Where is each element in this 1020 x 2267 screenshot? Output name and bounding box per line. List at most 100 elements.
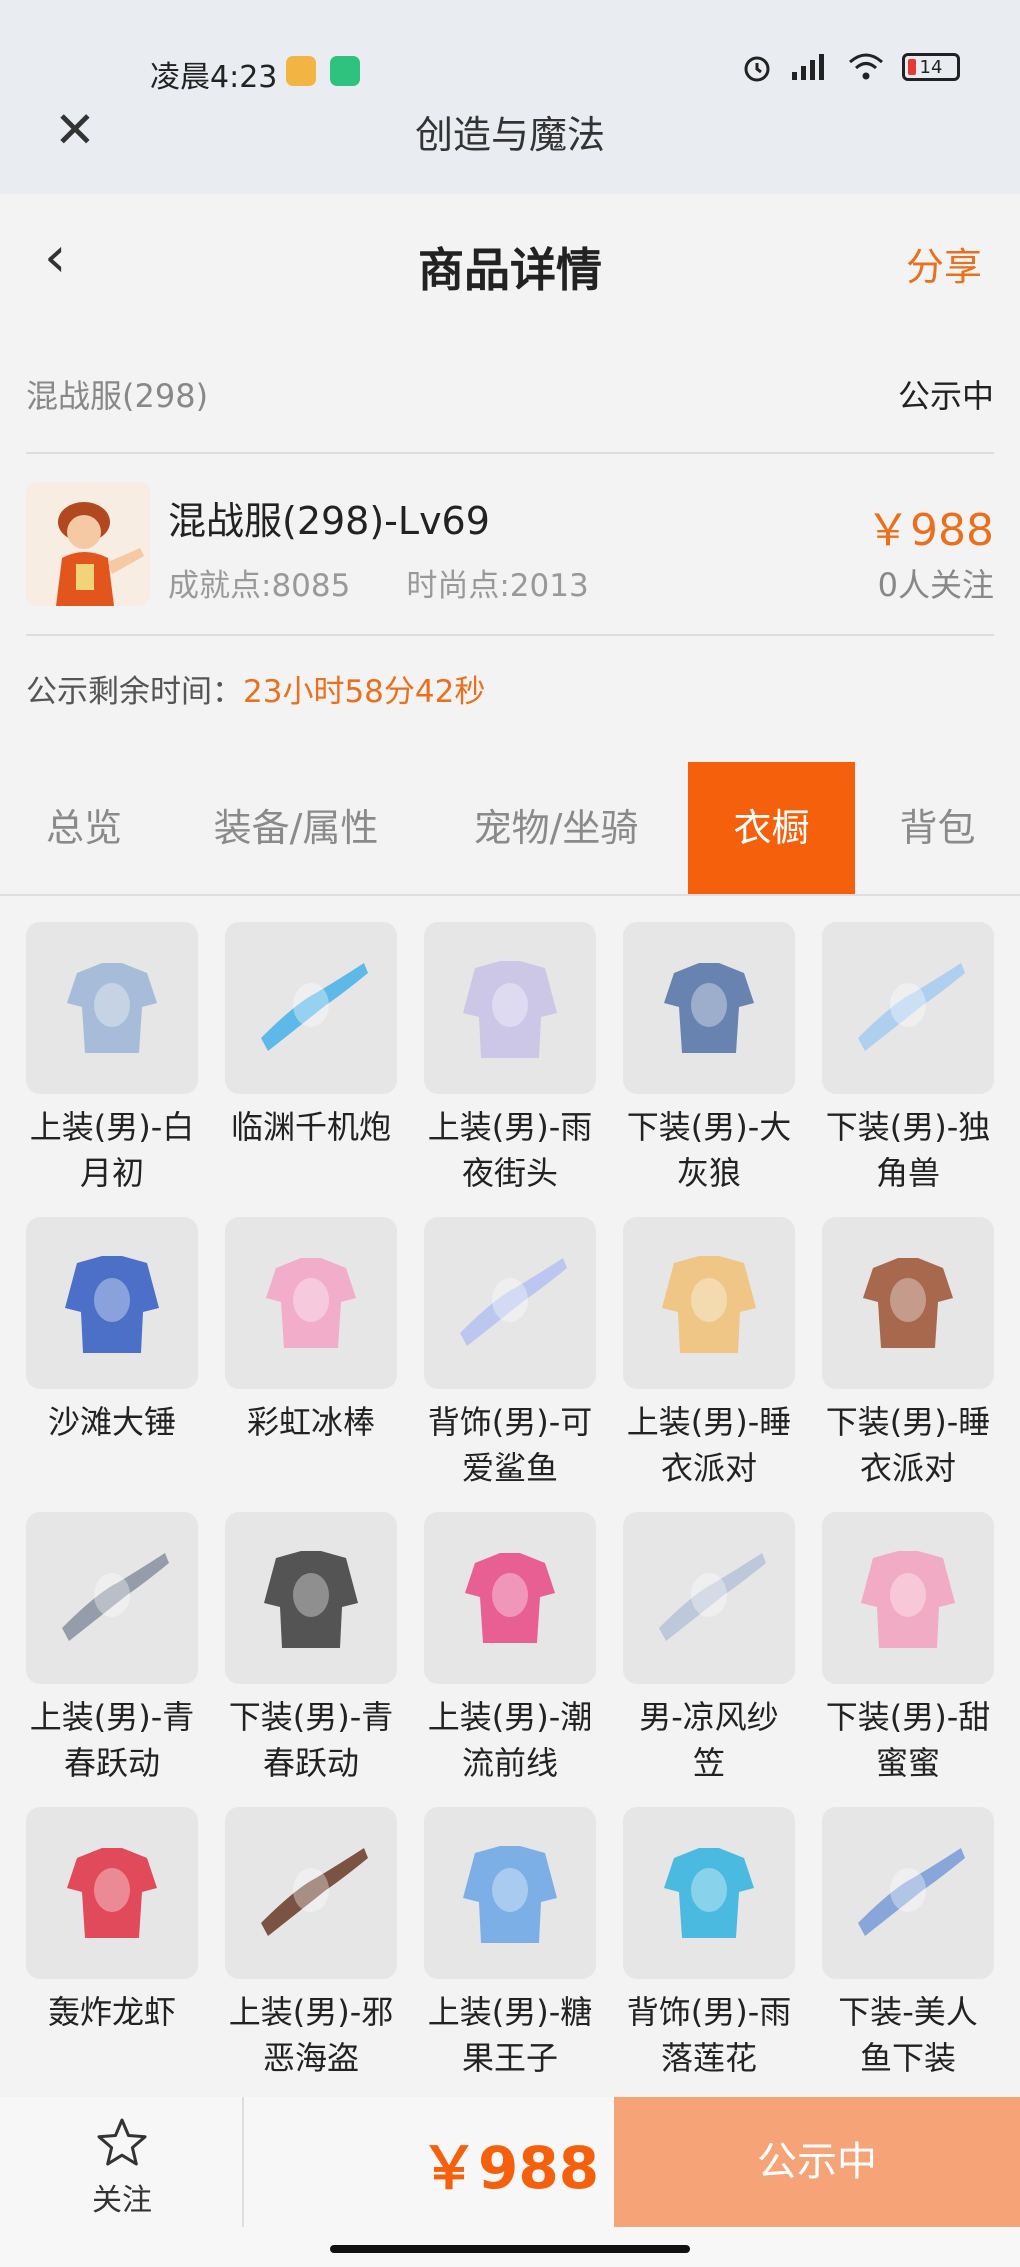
boots-icon bbox=[858, 963, 965, 1051]
lobster-icon bbox=[67, 1848, 157, 1938]
item-label-line1: 上装(男)-潮 bbox=[427, 1698, 593, 1736]
item-label: 下装(男)-睡 衣派对 bbox=[810, 1399, 1006, 1491]
item-thumbnail bbox=[424, 1807, 596, 1979]
item-label-line1: 彩虹冰棒 bbox=[246, 1403, 375, 1441]
divider bbox=[26, 452, 994, 454]
battery-icon: 14 bbox=[902, 53, 960, 81]
item-label-line2: 衣派对 bbox=[660, 1449, 757, 1487]
jacket-icon bbox=[463, 961, 557, 1058]
item-thumbnail bbox=[225, 922, 397, 1094]
pants-icon bbox=[664, 963, 754, 1053]
item-label-line1: 下装(男)-大 bbox=[626, 1108, 792, 1146]
status-time: 凌晨4:23 bbox=[150, 60, 278, 95]
item-thumbnail bbox=[225, 1512, 397, 1684]
item-label: 沙滩大锤 bbox=[14, 1399, 210, 1445]
tab-wardrobe[interactable]: 衣橱 bbox=[688, 762, 855, 894]
item-label-line2: 鱼下装 bbox=[859, 2039, 956, 2077]
tab-pets[interactable]: 宠物/坐骑 bbox=[424, 762, 688, 894]
wardrobe-item[interactable]: 沙滩大锤 bbox=[26, 1217, 198, 1445]
share-button[interactable]: 分享 bbox=[906, 236, 982, 291]
shirt-icon bbox=[67, 963, 157, 1053]
countdown-value: 23小时58分42秒 bbox=[243, 674, 486, 710]
product-stats: 成就点:8085 时尚点:2013 bbox=[168, 560, 589, 605]
product-info: 混战服(298) 公示中 混战服(298)-Lv69 成就点:8085 时尚点:… bbox=[0, 334, 1020, 744]
prince-coat-icon bbox=[463, 1846, 557, 1943]
item-thumbnail bbox=[26, 1512, 198, 1684]
item-label-line1: 沙滩大锤 bbox=[47, 1403, 176, 1441]
wardrobe-item[interactable]: 上装(男)-邪 恶海盗 bbox=[225, 1807, 397, 2081]
countdown: 公示剩余时间：23小时58分42秒 bbox=[26, 666, 485, 711]
page-title: 商品详情 bbox=[418, 243, 602, 297]
wardrobe-item[interactable]: 轰炸龙虾 bbox=[26, 1807, 198, 2035]
wardrobe-item[interactable]: 背饰(男)-可 爱鲨鱼 bbox=[424, 1217, 596, 1491]
wardrobe-item[interactable]: 上装(男)-青 春跃动 bbox=[26, 1512, 198, 1786]
item-label-line1: 下装(男)-独 bbox=[825, 1108, 991, 1146]
item-thumbnail bbox=[822, 1512, 994, 1684]
status-action-button[interactable]: 公示中 bbox=[614, 2097, 1020, 2227]
wardrobe-item[interactable]: 下装(男)-大 灰狼 bbox=[623, 922, 795, 1196]
product-price: ￥988 bbox=[866, 505, 994, 556]
item-label: 男-凉风纱笠 bbox=[611, 1694, 807, 1786]
status-icons: 14 bbox=[740, 50, 960, 84]
tab-backpack[interactable]: 背包 bbox=[855, 762, 1020, 894]
item-label: 上装(男)-糖 果王子 bbox=[412, 1989, 608, 2081]
wardrobe-item[interactable]: 上装(男)-糖 果王子 bbox=[424, 1807, 596, 2081]
wardrobe-item[interactable]: 下装(男)-独 角兽 bbox=[822, 922, 994, 1196]
item-label-line2: 流前线 bbox=[461, 1744, 558, 1782]
wardrobe-item[interactable]: 下装-美人鱼下装 bbox=[822, 1807, 994, 2081]
item-label: 上装(男)-潮 流前线 bbox=[412, 1694, 608, 1786]
follower-count: 0人关注 bbox=[877, 566, 994, 604]
item-label-line1: 下装(男)-睡 bbox=[825, 1403, 991, 1441]
follow-button[interactable]: 关注 bbox=[80, 2117, 164, 2219]
veil-hat-icon bbox=[659, 1553, 766, 1641]
status-bar: 凌晨4:23 14 ✕ 创造与魔法 bbox=[0, 0, 1020, 194]
item-label-line2: 落莲花 bbox=[660, 2039, 757, 2077]
item-thumbnail bbox=[26, 1807, 198, 1979]
item-thumbnail bbox=[623, 1512, 795, 1684]
divider bbox=[26, 634, 994, 636]
sneakers-icon bbox=[264, 1551, 358, 1648]
listing-status: 公示中 bbox=[897, 377, 994, 415]
pirate-coat-icon bbox=[261, 1848, 368, 1936]
notification-icon bbox=[286, 56, 316, 86]
wardrobe-item[interactable]: 背饰(男)-雨 落莲花 bbox=[623, 1807, 795, 2081]
pajama-top-icon bbox=[662, 1256, 756, 1353]
item-label-line1: 下装(男)-青 bbox=[228, 1698, 394, 1736]
wardrobe-item[interactable]: 上装(男)-雨 夜街头 bbox=[424, 922, 596, 1196]
item-thumbnail bbox=[623, 1217, 795, 1389]
item-thumbnail bbox=[26, 922, 198, 1094]
miniprogram-title: 创造与魔法 bbox=[414, 113, 605, 157]
tab-equipment[interactable]: 装备/属性 bbox=[168, 762, 424, 894]
character-portrait-icon bbox=[26, 482, 150, 606]
tab-overview[interactable]: 总览 bbox=[0, 762, 168, 894]
battery-level: 14 bbox=[919, 56, 943, 78]
wardrobe-item[interactable]: 上装(男)-潮 流前线 bbox=[424, 1512, 596, 1786]
item-label-line1: 上装(男)-白 bbox=[29, 1108, 195, 1146]
wardrobe-item[interactable]: 彩虹冰棒 bbox=[225, 1217, 397, 1445]
item-label: 上装(男)-睡 衣派对 bbox=[611, 1399, 807, 1491]
avatar bbox=[26, 482, 150, 606]
hoodie-icon bbox=[465, 1553, 555, 1643]
item-thumbnail bbox=[424, 1217, 596, 1389]
item-label-line1: 上装(男)-睡 bbox=[626, 1403, 792, 1441]
item-label-line1: 下装-美人 bbox=[838, 1993, 978, 2031]
item-thumbnail bbox=[822, 1807, 994, 1979]
wardrobe-item[interactable]: 下装(男)-青 春跃动 bbox=[225, 1512, 397, 1786]
item-label: 下装(男)-独 角兽 bbox=[810, 1104, 1006, 1196]
item-thumbnail bbox=[424, 1512, 596, 1684]
wardrobe-item[interactable]: 上装(男)-睡 衣派对 bbox=[623, 1217, 795, 1491]
item-label: 上装(男)-白 月初 bbox=[14, 1104, 210, 1196]
home-indicator[interactable] bbox=[330, 2245, 690, 2253]
item-thumbnail bbox=[623, 922, 795, 1094]
wardrobe-item[interactable]: 上装(男)-白 月初 bbox=[26, 922, 198, 1196]
lotus-staff-icon bbox=[664, 1848, 754, 1938]
wardrobe-item[interactable]: 下装(男)-甜 蜜蜜 bbox=[822, 1512, 994, 1786]
wardrobe-item[interactable]: 临渊千机炮 bbox=[225, 922, 397, 1150]
item-label-line2: 月初 bbox=[79, 1154, 144, 1192]
signal-icon bbox=[792, 54, 824, 80]
wardrobe-item[interactable]: 男-凉风纱笠 bbox=[623, 1512, 795, 1786]
wardrobe-item[interactable]: 下装(男)-睡 衣派对 bbox=[822, 1217, 994, 1491]
item-label: 下装-美人鱼下装 bbox=[810, 1989, 1006, 2081]
item-label: 轰炸龙虾 bbox=[14, 1989, 210, 2035]
tab-bar: 总览 装备/属性 宠物/坐骑 衣橱 背包 bbox=[0, 762, 1020, 896]
